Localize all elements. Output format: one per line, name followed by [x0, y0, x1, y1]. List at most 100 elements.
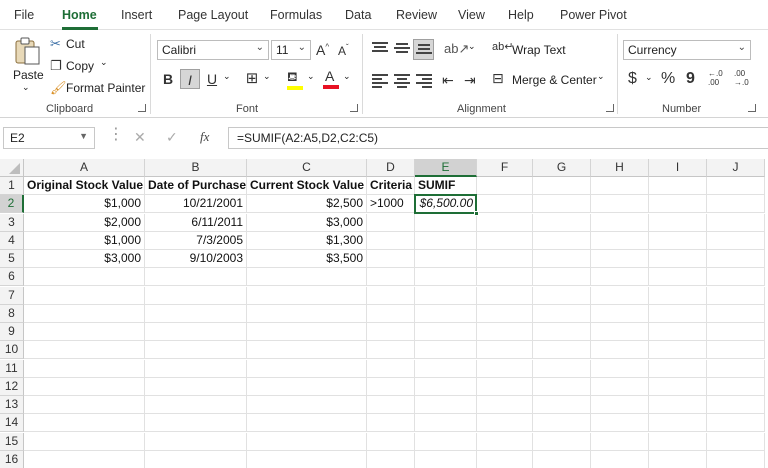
cell-h15[interactable]	[591, 432, 649, 451]
align-middle-icon[interactable]	[394, 43, 410, 57]
cell-h4[interactable]	[591, 231, 649, 250]
column-header-d[interactable]: D	[367, 159, 415, 177]
cell-b3[interactable]: 6/11/2011	[145, 213, 247, 232]
cell-b9[interactable]	[145, 323, 247, 341]
cell-b15[interactable]	[145, 432, 247, 451]
row-header-9[interactable]: 9	[0, 323, 24, 341]
decrease-indent-icon[interactable]: ⇤	[442, 72, 454, 89]
cell-a5[interactable]: $3,000	[24, 250, 145, 268]
cell-a1[interactable]: Original Stock Value	[24, 177, 145, 195]
cell-g14[interactable]	[533, 414, 591, 433]
cell-g2[interactable]	[533, 195, 591, 214]
cell-b10[interactable]	[145, 341, 247, 360]
cell-h7[interactable]	[591, 286, 649, 305]
borders-icon[interactable]: ⊞	[242, 69, 262, 89]
tab-page-layout[interactable]: Page Layout	[178, 8, 248, 22]
cell-i11[interactable]	[649, 359, 707, 378]
cell-g16[interactable]	[533, 450, 591, 468]
cell-a10[interactable]	[24, 341, 145, 360]
insert-function-button[interactable]: fx	[200, 129, 209, 145]
row-header-16[interactable]: 16	[0, 450, 24, 468]
formula-input[interactable]: =SUMIF(A2:A5,D2,C2:C5)	[228, 127, 768, 149]
column-header-i[interactable]: I	[649, 159, 707, 177]
cell-g13[interactable]	[533, 396, 591, 414]
fill-color-button[interactable]: ⛾	[284, 69, 306, 91]
number-format-combo[interactable]: Currency ⌄	[623, 40, 751, 60]
cell-i4[interactable]	[649, 231, 707, 250]
cell-b11[interactable]	[145, 359, 247, 378]
cell-a6[interactable]	[24, 268, 145, 287]
cell-f6[interactable]	[477, 268, 533, 287]
select-all-corner[interactable]	[0, 159, 24, 177]
cell-j6[interactable]	[707, 268, 765, 287]
align-center-icon[interactable]	[394, 74, 410, 88]
chevron-down-icon[interactable]: ⌄	[223, 71, 231, 82]
cell-d4[interactable]	[367, 231, 415, 250]
cell-d9[interactable]	[367, 323, 415, 341]
cell-g7[interactable]	[533, 286, 591, 305]
cell-f7[interactable]	[477, 286, 533, 305]
tab-power-pivot[interactable]: Power Pivot	[560, 8, 627, 22]
cell-e14[interactable]	[415, 414, 477, 433]
cell-j3[interactable]	[707, 213, 765, 232]
column-header-b[interactable]: B	[145, 159, 247, 177]
cell-h10[interactable]	[591, 341, 649, 360]
cell-f5[interactable]	[477, 250, 533, 268]
cell-i1[interactable]	[649, 177, 707, 195]
cell-h6[interactable]	[591, 268, 649, 287]
cell-h2[interactable]	[591, 195, 649, 214]
cell-b2[interactable]: 10/21/2001	[145, 195, 247, 214]
chevron-down-icon[interactable]: ⌄	[343, 71, 351, 82]
cell-a8[interactable]	[24, 304, 145, 323]
cell-j7[interactable]	[707, 286, 765, 305]
cell-c2[interactable]: $2,500	[247, 195, 367, 214]
cell-f2[interactable]	[477, 195, 533, 214]
row-header-10[interactable]: 10	[0, 341, 24, 360]
cell-a14[interactable]	[24, 414, 145, 433]
cell-e11[interactable]	[415, 359, 477, 378]
row-header-3[interactable]: 3	[0, 213, 24, 232]
cell-f4[interactable]	[477, 231, 533, 250]
cell-j5[interactable]	[707, 250, 765, 268]
cell-a2[interactable]: $1,000	[24, 195, 145, 214]
cell-j1[interactable]	[707, 177, 765, 195]
cell-c3[interactable]: $3,000	[247, 213, 367, 232]
cell-f15[interactable]	[477, 432, 533, 451]
cell-d1[interactable]: Criteria	[367, 177, 415, 195]
cell-j10[interactable]	[707, 341, 765, 360]
cell-b8[interactable]	[145, 304, 247, 323]
cell-h9[interactable]	[591, 323, 649, 341]
cell-a4[interactable]: $1,000	[24, 231, 145, 250]
cell-c16[interactable]	[247, 450, 367, 468]
comma-style-button[interactable]: 9	[686, 70, 695, 88]
cell-d5[interactable]	[367, 250, 415, 268]
cell-i7[interactable]	[649, 286, 707, 305]
cell-i10[interactable]	[649, 341, 707, 360]
cut-button[interactable]: ✂ Cut	[50, 36, 110, 54]
tab-view[interactable]: View	[458, 8, 485, 22]
cell-g12[interactable]	[533, 377, 591, 396]
font-color-button[interactable]: A	[320, 68, 342, 90]
grow-font-icon[interactable]: A^	[316, 42, 329, 58]
cell-c9[interactable]	[247, 323, 367, 341]
cell-c4[interactable]: $1,300	[247, 231, 367, 250]
chevron-down-icon[interactable]: ⌄	[263, 71, 271, 82]
row-header-13[interactable]: 13	[0, 396, 24, 414]
cell-i8[interactable]	[649, 304, 707, 323]
cell-d15[interactable]	[367, 432, 415, 451]
italic-button[interactable]: I	[180, 69, 200, 89]
cell-b12[interactable]	[145, 377, 247, 396]
cancel-icon[interactable]: ✕	[134, 129, 146, 146]
more-options-icon[interactable]: ⋮	[108, 124, 124, 144]
cell-d13[interactable]	[367, 396, 415, 414]
format-painter-button[interactable]: 🖌 Format Painter	[50, 80, 145, 98]
cell-a11[interactable]	[24, 359, 145, 378]
cell-b5[interactable]: 9/10/2003	[145, 250, 247, 268]
align-right-icon[interactable]	[416, 74, 432, 88]
align-left-icon[interactable]	[372, 74, 388, 88]
cell-e6[interactable]	[415, 268, 477, 287]
cell-f3[interactable]	[477, 213, 533, 232]
tab-help[interactable]: Help	[508, 8, 534, 22]
cell-h14[interactable]	[591, 414, 649, 433]
cell-e9[interactable]	[415, 323, 477, 341]
